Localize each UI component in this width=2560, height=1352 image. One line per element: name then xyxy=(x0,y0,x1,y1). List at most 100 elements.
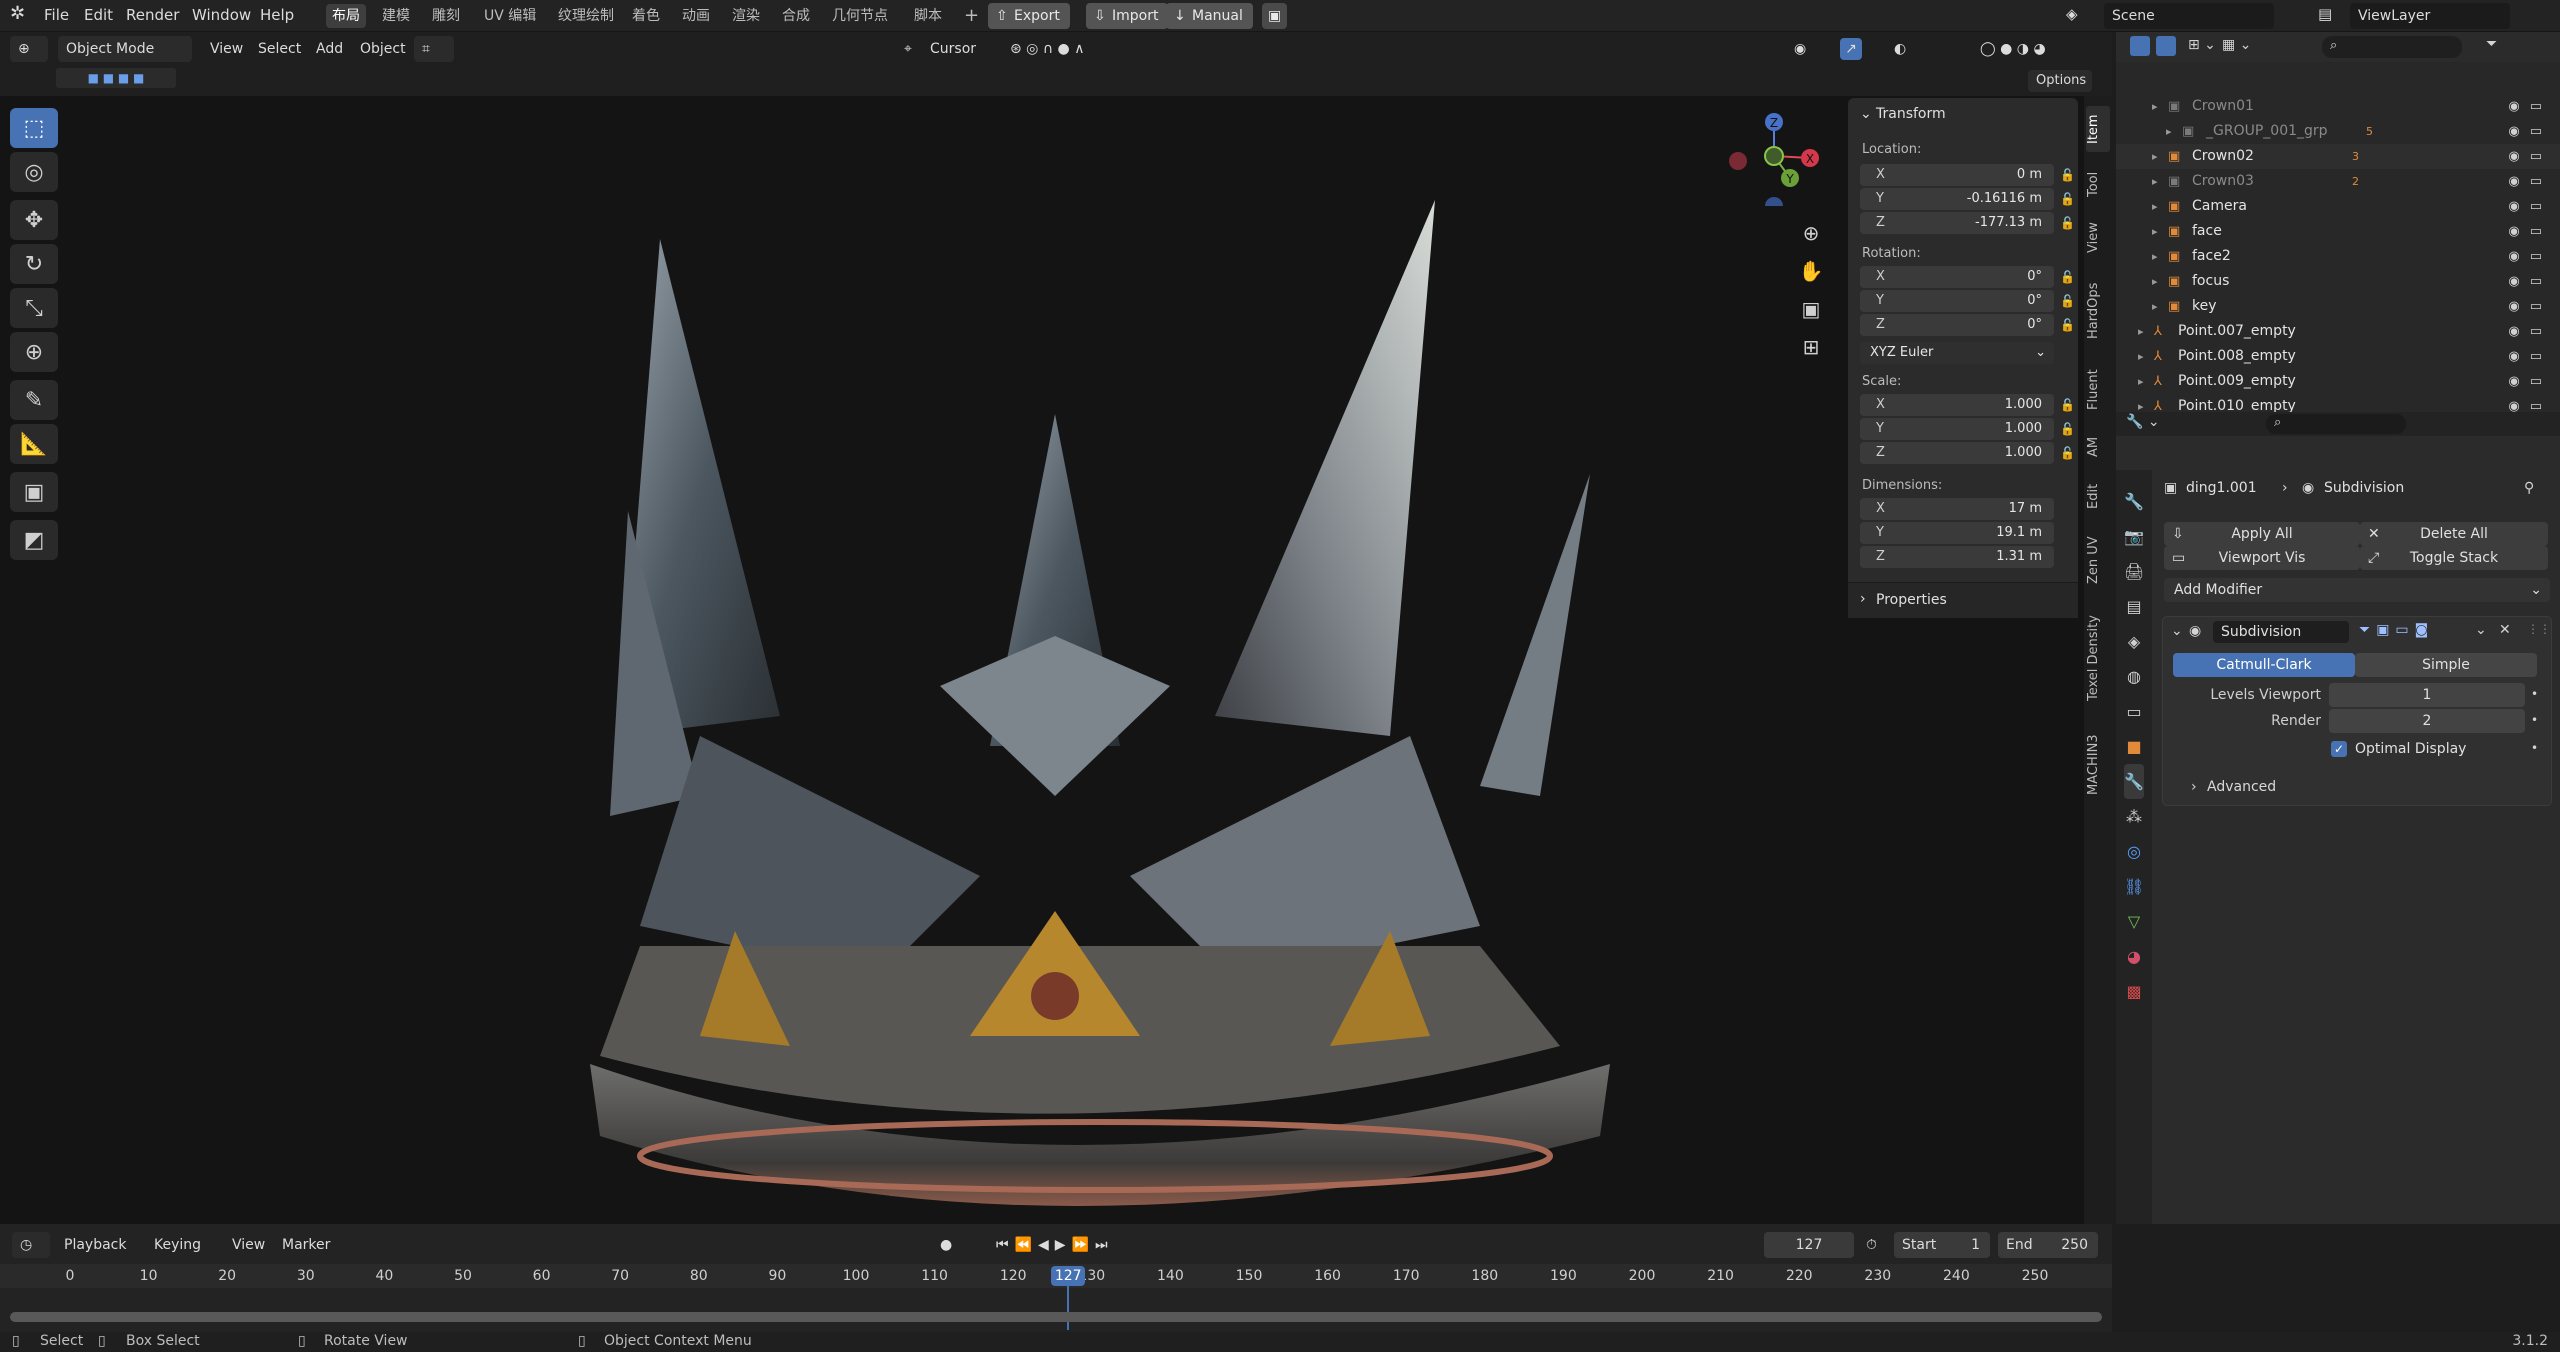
outliner-item-name[interactable]: Point.008_empty xyxy=(2178,344,2296,369)
menu-file[interactable]: File xyxy=(44,6,69,24)
view-layer-tab-icon[interactable]: ▤ xyxy=(2124,589,2144,624)
timeline-scrollbar[interactable] xyxy=(10,1312,2102,1322)
rotation-z-field[interactable]: Z 0° xyxy=(1860,314,2054,336)
dimensions-z-field[interactable]: Z 1.31 m xyxy=(1860,546,2054,568)
move-tool-icon[interactable]: ✥ xyxy=(10,200,58,240)
outliner-item-name[interactable]: Crown02 xyxy=(2192,144,2254,169)
expand-arrow-icon[interactable]: ▸ xyxy=(2152,294,2158,319)
3d-viewport[interactable]: Z X Y ⊕ ✋ ▣ ⊞ xyxy=(0,96,2112,1224)
modifier-visibility-icons[interactable]: ⏷▣▭◙ xyxy=(2359,622,2434,638)
location-x-field[interactable]: X 0 m xyxy=(1860,164,2054,186)
transform-tool-icon[interactable]: ⊕ xyxy=(10,332,58,372)
menu-edit[interactable]: Edit xyxy=(84,6,113,24)
outliner-item-name[interactable]: Point.007_empty xyxy=(2178,319,2296,344)
viewport-vis-button[interactable]: ▭ Viewport Vis xyxy=(2164,546,2360,570)
measure-tool-icon[interactable]: 📐 xyxy=(10,424,58,464)
outliner-item-name[interactable]: key xyxy=(2192,294,2217,319)
collection-tab-icon[interactable]: ▭ xyxy=(2124,694,2144,729)
outliner-item-name[interactable]: Camera xyxy=(2192,194,2247,219)
workspace-tab-layout[interactable]: 布局 xyxy=(326,4,366,28)
menu-add[interactable]: Add xyxy=(316,36,343,62)
outliner-row[interactable]: ▸ ▣ face2 ◉▭ xyxy=(2116,244,2560,269)
outliner-item-name[interactable]: Point.009_empty xyxy=(2178,369,2296,394)
object-tab-icon[interactable]: ■ xyxy=(2124,729,2144,764)
catmull-clark-button[interactable]: Catmull-Clark xyxy=(2173,653,2355,677)
outliner-row[interactable]: ▸ ▣ Crown03 2 ◉▭ xyxy=(2116,169,2560,194)
add-cube-tool-icon[interactable]: ▣ xyxy=(10,472,58,512)
navigation-gizmo[interactable]: Z X Y xyxy=(1722,106,1822,206)
start-frame-field[interactable]: Start 1 xyxy=(1894,1232,1990,1258)
levels-viewport-field[interactable]: 1 xyxy=(2329,683,2525,707)
outliner-row[interactable]: ▸ ▣ face ◉▭ xyxy=(2116,219,2560,244)
rotation-x-field[interactable]: X 0° xyxy=(1860,266,2054,288)
workspace-tab-scripting[interactable]: 脚本 xyxy=(908,4,948,28)
visibility-toggle-icons[interactable]: ◉▭ xyxy=(2508,94,2552,119)
visibility-toggle-icons[interactable]: ◉▭ xyxy=(2508,219,2552,244)
render-tab-icon[interactable]: 📷 xyxy=(2124,519,2144,554)
scale-y-field[interactable]: Y 1.000 xyxy=(1860,418,2054,440)
record-icon[interactable]: ● xyxy=(940,1232,952,1258)
lock-icon[interactable]: 🔓 xyxy=(2060,270,2075,284)
properties-editor-icon[interactable]: 🔧 ⌄ xyxy=(2126,414,2160,430)
workspace-tab-sculpt[interactable]: 雕刻 xyxy=(426,4,466,28)
viewlayer-selector[interactable]: ViewLayer xyxy=(2350,3,2510,29)
lock-icon[interactable]: 🔓 xyxy=(2060,422,2075,436)
pivot-selector[interactable]: Cursor xyxy=(930,36,976,62)
physics-tab-icon[interactable]: ◎ xyxy=(2124,834,2144,869)
timeline-menu-marker[interactable]: Marker xyxy=(282,1232,330,1258)
new-collection-icon[interactable]: ⊞ ⌄ xyxy=(2188,37,2216,53)
dimensions-x-field[interactable]: X 17 m xyxy=(1860,498,2054,520)
selection-mode-buttons[interactable]: ■ ■ ■ ■ xyxy=(56,68,176,88)
timeline-menu-view[interactable]: View xyxy=(232,1232,265,1258)
timeline-menu-keying[interactable]: Keying xyxy=(154,1232,201,1258)
rotation-mode-dropdown[interactable]: XYZ Euler ⌄ xyxy=(1860,342,2054,364)
render-levels-field[interactable]: 2 xyxy=(2329,709,2525,733)
snap-icon[interactable]: ⊛ ◎ ∩ ● ∧ xyxy=(1010,36,1084,62)
overlay-icon[interactable]: ◐ xyxy=(1894,36,1906,62)
lock-icon[interactable]: 🔓 xyxy=(2060,318,2075,332)
expand-arrow-icon[interactable]: ▸ xyxy=(2152,269,2158,294)
outliner-search-input[interactable]: ⌕ xyxy=(2322,36,2462,58)
expand-arrow-icon[interactable]: ▸ xyxy=(2152,169,2158,194)
menu-object[interactable]: Object xyxy=(360,36,406,62)
outliner-item-name[interactable]: Crown03 xyxy=(2192,169,2254,194)
playhead[interactable]: 127 xyxy=(1051,1266,1086,1286)
object-name-crumb[interactable]: ding1.001 xyxy=(2186,480,2257,496)
outliner-row[interactable]: ▸ ▣ focus ◉▭ xyxy=(2116,269,2560,294)
visibility-toggle-icons[interactable]: ◉▭ xyxy=(2508,344,2552,369)
outliner-row[interactable]: ▸ ▣ key ◉▭ xyxy=(2116,294,2560,319)
bevel-tool-icon[interactable]: ◩ xyxy=(10,520,58,560)
ortho-grid-icon[interactable]: ⊞ xyxy=(1798,328,1824,366)
toggle-stack-button[interactable]: ⤢ Toggle Stack xyxy=(2360,546,2548,570)
export-button[interactable]: ⇧ Export xyxy=(988,3,1070,29)
expand-arrow-icon[interactable]: ▸ xyxy=(2138,369,2144,394)
delete-all-button[interactable]: ✕ Delete All xyxy=(2360,522,2548,546)
outliner-item-name[interactable]: face2 xyxy=(2192,244,2231,269)
visibility-icon[interactable]: ◉ xyxy=(1794,36,1806,62)
simple-button[interactable]: Simple xyxy=(2355,653,2537,677)
cursor-tool-icon[interactable]: ◎ xyxy=(10,152,58,192)
tab-item[interactable]: Item xyxy=(2086,106,2110,152)
expand-arrow-icon[interactable]: ▸ xyxy=(2152,194,2158,219)
location-y-field[interactable]: Y -0.16116 m xyxy=(1860,188,2054,210)
optimal-display-checkbox[interactable]: ✓ xyxy=(2331,741,2347,757)
modifier-crumb[interactable]: Subdivision xyxy=(2324,480,2404,496)
expand-arrow-icon[interactable]: ▸ xyxy=(2152,144,2158,169)
manual-button[interactable]: ↓ Manual xyxy=(1166,3,1253,29)
chevron-right-icon[interactable]: › xyxy=(2191,779,2197,795)
visibility-toggle-icons[interactable]: ◉▭ xyxy=(2508,169,2552,194)
add-workspace-button[interactable]: + xyxy=(958,4,985,28)
lock-icon[interactable]: 🔓 xyxy=(2060,294,2075,308)
workspace-tab-shading[interactable]: 着色 xyxy=(626,4,666,28)
rotate-tool-icon[interactable]: ↻ xyxy=(10,244,58,284)
workspace-tab-compositing[interactable]: 合成 xyxy=(776,4,816,28)
keyframe-dot-icon[interactable]: • xyxy=(2531,713,2538,727)
select-box-tool-icon[interactable]: ⬚ xyxy=(10,108,58,148)
scale-z-field[interactable]: Z 1.000 xyxy=(1860,442,2054,464)
output-tab-icon[interactable]: 🖨 xyxy=(2124,554,2144,589)
chevron-down-icon[interactable]: ⌄ xyxy=(1860,106,1872,122)
scene-selector[interactable]: Scene xyxy=(2104,3,2274,29)
scale-tool-icon[interactable]: ⤡ xyxy=(10,288,58,328)
view-layer-icon[interactable]: ▦ ⌄ xyxy=(2222,37,2251,53)
display-mode-icon[interactable] xyxy=(2130,36,2150,56)
